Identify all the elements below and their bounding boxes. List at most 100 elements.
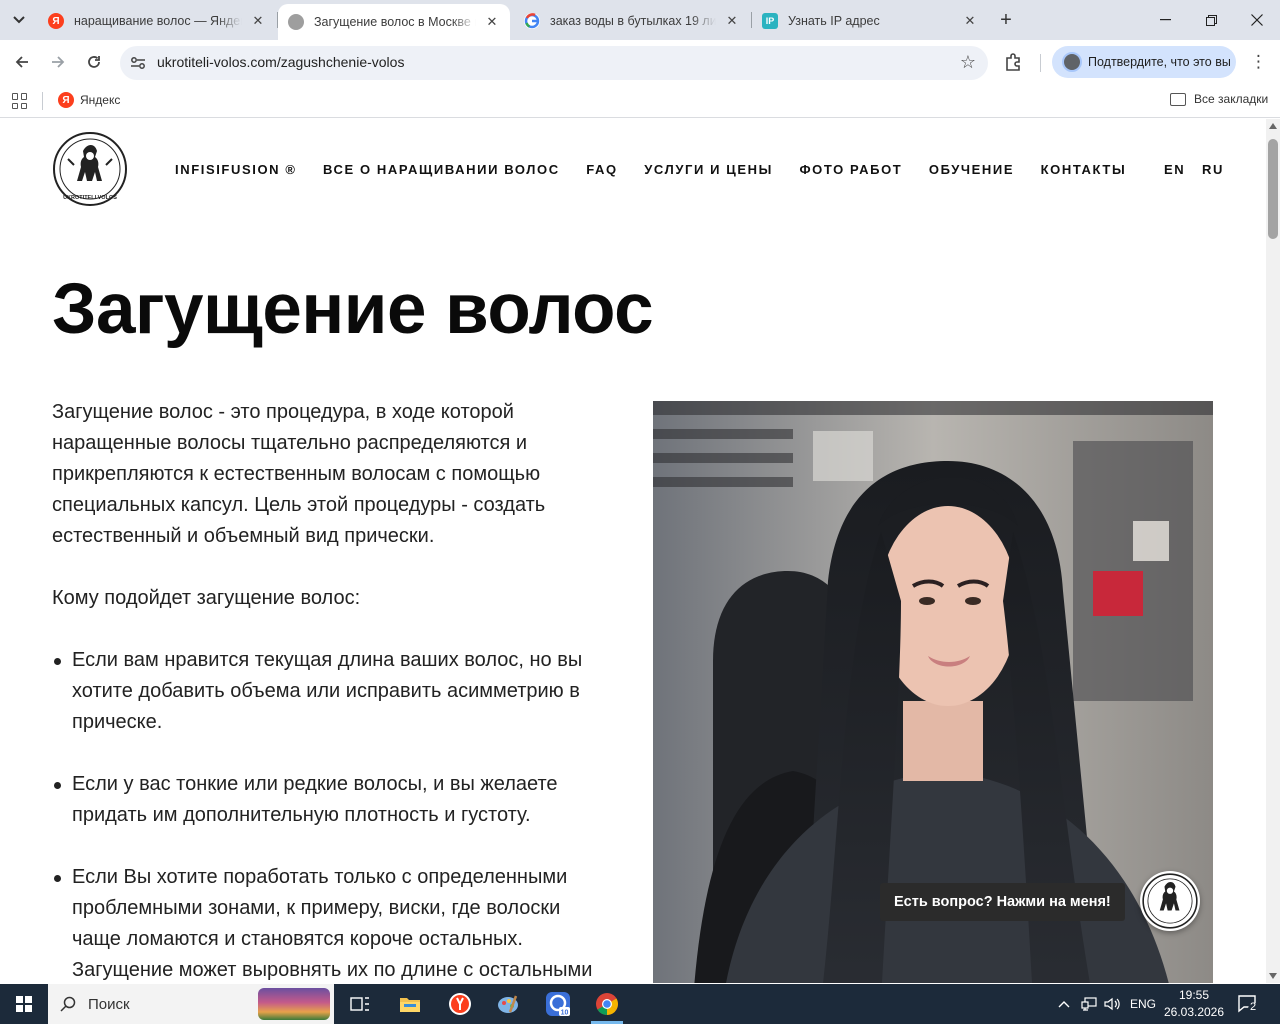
nav-services-prices[interactable]: УСЛУГИ И ЦЕНЫ [644,162,773,177]
tab-search-button[interactable] [6,8,32,32]
tab-ip-address[interactable]: IP Узнать IP адрес ✕ [752,6,988,36]
nav-infisifusion[interactable]: INFISIFUSION ® [175,162,297,177]
svg-text:UKROTITELI VOLOS: UKROTITELI VOLOS [63,195,117,201]
site-settings-icon[interactable] [128,53,148,73]
taskbar-search[interactable]: Поиск [48,984,334,1024]
bookmark-star-icon[interactable]: ☆ [960,52,976,73]
profile-label: Подтвердите, что это вы [1088,55,1231,69]
puzzle-icon [1006,53,1020,71]
reload-button[interactable] [80,48,108,76]
search-highlight-image[interactable] [258,988,330,1020]
scrollbar-thumb[interactable] [1268,139,1278,239]
tab-title: заказ воды в бутылках 19 литров [550,14,716,28]
ip-favicon-icon: IP [762,13,778,29]
show-hidden-icons-button[interactable] [1058,984,1070,1024]
nav-training[interactable]: ОБУЧЕНИЕ [929,162,1014,177]
scroll-down-arrow-icon[interactable] [1269,973,1277,979]
svg-text:10: 10 [561,1010,569,1017]
suitability-list: Если вам нравится текущая длина ваших во… [52,645,612,983]
yandex-favicon-icon: Я [48,13,64,29]
browser-menu-button[interactable]: ⋮ [1250,52,1267,74]
arrow-left-icon [15,56,28,68]
tab-strip: Я наращивание волос — Яндекс ✕ Загущение… [0,0,1280,40]
address-bar[interactable]: ukrotiteli-volos.com/zagushchenie-volos … [120,46,988,80]
minimize-icon [1159,19,1171,21]
tab-yandex-search[interactable]: Я наращивание волос — Яндекс ✕ [38,6,276,36]
notification-center-icon [1238,995,1260,1015]
tab-title: Узнать IP адрес [788,14,880,28]
google-favicon-icon [524,13,540,29]
extensions-button[interactable] [1003,52,1027,74]
folder-icon [400,998,420,1012]
close-tab-icon[interactable]: ✕ [724,13,740,29]
chat-tooltip[interactable]: Есть вопрос? Нажми на меня! [880,883,1125,921]
volume-tray-button[interactable] [1104,984,1122,1024]
apps-grid-icon[interactable] [12,93,28,109]
nav-photo-works[interactable]: ФОТО РАБОТ [799,162,902,177]
chat-app-icon: 10 [546,992,570,1017]
new-tab-button[interactable]: + [994,9,1018,31]
bookmark-yandex[interactable]: Я Яндекс [58,92,120,108]
network-tray-button[interactable] [1081,984,1097,1024]
tab-google-water[interactable]: заказ воды в бутылках 19 литров ✕ [514,6,750,36]
bookmarks-divider [42,92,43,110]
paint-app-button[interactable] [488,988,528,1020]
windows-logo-icon [16,996,32,1012]
page-scrollbar[interactable] [1266,119,1280,983]
nav-about-extensions[interactable]: ВСЕ О НАРАЩИВАНИИ ВОЛОС [323,162,560,177]
profile-verify-button[interactable]: Подтвердите, что это вы [1052,46,1236,78]
close-icon [1251,14,1263,26]
close-tab-icon[interactable]: ✕ [250,13,266,29]
chat-widget-button[interactable] [1140,871,1200,931]
forward-button[interactable] [44,48,72,76]
tab-zagushchenie[interactable]: Загущение волос в Москве в студии ✕ [278,4,510,40]
web-page: UKROTITELI VOLOS INFISIFUSION ® ВСЕ О НА… [0,119,1266,983]
start-button[interactable] [0,984,48,1024]
lang-ru-link[interactable]: RU [1202,162,1224,177]
close-tab-icon[interactable]: ✕ [962,13,978,29]
list-item: Если вам нравится текущая длина ваших во… [52,645,612,738]
restore-icon [1205,14,1217,26]
site-main-nav: INFISIFUSION ® ВСЕ О НАРАЩИВАНИИ ВОЛОС F… [175,162,1153,177]
notifications-button[interactable]: 2 [1236,992,1260,1016]
tab-title: наращивание волос — Яндекс [74,14,242,28]
article-text: Загущение волос - это процедура, в ходе … [52,397,612,983]
task-view-button[interactable] [340,988,380,1020]
clock-time: 19:55 [1178,988,1210,1002]
page-title: Загущение волос [52,270,654,349]
back-button[interactable] [8,48,36,76]
reload-icon [88,56,100,68]
clock-date: 26.03.2026 [1163,1005,1225,1019]
url-text[interactable]: ukrotiteli-volos.com/zagushchenie-volos [157,54,404,70]
system-clock[interactable]: 19:55 26.03.2026 [1160,987,1228,1021]
chrome-icon [596,993,618,1015]
scroll-up-arrow-icon[interactable] [1269,123,1277,129]
arrow-right-icon [52,56,65,68]
windows-taskbar: Поиск 10 ENG 19:55 26.03.2026 2 [0,984,1280,1024]
file-explorer-button[interactable] [390,988,430,1020]
nav-faq[interactable]: FAQ [586,162,618,177]
site-logo[interactable]: UKROTITELI VOLOS [52,131,128,207]
close-window-button[interactable] [1234,0,1280,40]
all-bookmarks-button[interactable]: Все закладки [1170,92,1268,106]
input-language[interactable]: ENG [1130,984,1156,1024]
search-placeholder: Поиск [88,995,130,1013]
chrome-app-button[interactable] [587,988,627,1024]
who-heading: Кому подойдет загущение волос: [52,587,361,609]
browser-toolbar: ukrotiteli-volos.com/zagushchenie-volos … [0,40,1280,84]
folder-icon [1170,92,1186,106]
yandex-browser-icon [449,993,471,1015]
chevron-up-icon [1058,1001,1070,1008]
lang-en-link[interactable]: EN [1164,162,1185,177]
yandex-browser-button[interactable] [440,988,480,1020]
site-favicon-icon [288,14,304,30]
intro-paragraph: Загущение волос - это процедура, в ходе … [52,401,546,547]
messenger-app-button[interactable]: 10 [538,988,578,1020]
close-tab-icon[interactable]: ✕ [484,14,500,30]
minimize-window-button[interactable] [1142,0,1188,40]
bookmark-label: Яндекс [80,93,121,107]
network-icon [1081,997,1097,1011]
restore-window-button[interactable] [1188,0,1234,40]
nav-contacts[interactable]: КОНТАКТЫ [1041,162,1127,177]
list-item: Если у вас тонкие или редкие волосы, и в… [52,769,612,831]
